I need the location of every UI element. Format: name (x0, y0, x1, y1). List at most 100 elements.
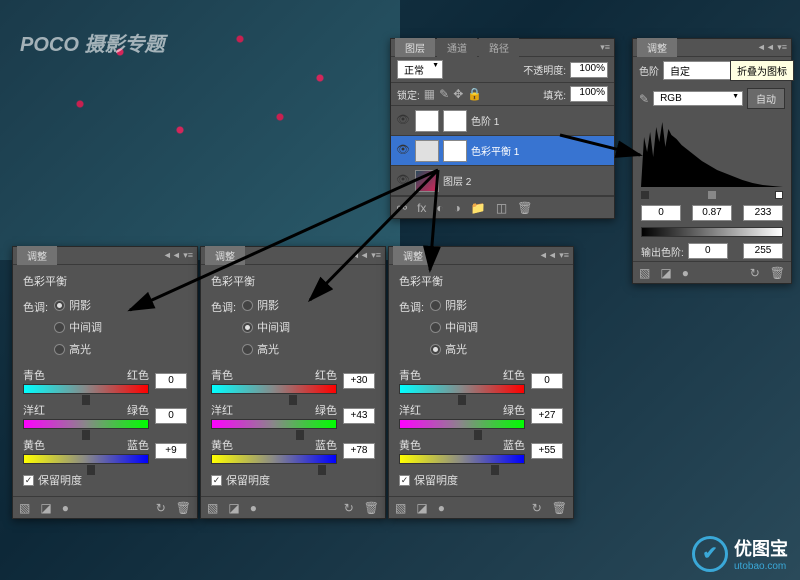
radio-shadows[interactable] (54, 300, 65, 311)
link-icon[interactable]: ⚯ (397, 201, 407, 215)
black-point-slider[interactable] (641, 191, 649, 199)
histogram[interactable] (641, 117, 783, 187)
mask-thumb[interactable] (443, 110, 467, 132)
output-black[interactable]: 0 (688, 243, 728, 259)
input-mid[interactable]: 0.87 (692, 205, 732, 221)
panel-collapse-icon[interactable]: ◄◄ ▾≡ (539, 250, 569, 261)
panel-header[interactable]: 调整 ◄◄ ▾≡ (389, 247, 573, 265)
lock-all-icon[interactable]: 🔒 (467, 87, 482, 101)
radio-midtones[interactable] (242, 322, 253, 333)
trash-icon[interactable]: 🗑 (770, 266, 785, 280)
panel-collapse-icon[interactable]: ◄◄ ▾≡ (757, 42, 787, 53)
lock-move-icon[interactable]: ✥ (453, 87, 463, 101)
panel-header[interactable]: 图层 通道 路径 ▾≡ (391, 39, 614, 57)
radio-highlights[interactable] (242, 344, 253, 355)
output-white[interactable]: 255 (743, 243, 783, 259)
eye-icon[interactable]: ● (682, 266, 689, 280)
tab-adjust[interactable]: 调整 (205, 246, 245, 265)
radio-shadows[interactable] (242, 300, 253, 311)
auto-button[interactable]: 自动 (747, 88, 785, 109)
eye-icon[interactable]: 👁 (395, 143, 411, 159)
tab-adjust[interactable]: 调整 (17, 246, 57, 265)
value-cyan-red[interactable]: +30 (343, 373, 375, 389)
histogram-icon[interactable]: ▧ (395, 501, 406, 515)
radio-midtones[interactable] (430, 322, 441, 333)
slider-magenta-green[interactable] (23, 419, 149, 429)
panel-collapse-icon[interactable]: ◄◄ ▾≡ (163, 250, 193, 261)
lock-brush-icon[interactable]: ✎ (439, 87, 449, 101)
mid-point-slider[interactable] (708, 191, 716, 199)
layer-name[interactable]: 色彩平衡 1 (471, 143, 519, 158)
eyedropper-icon[interactable]: ✎ (639, 92, 649, 106)
radio-midtones[interactable] (54, 322, 65, 333)
reset-icon[interactable]: ↻ (532, 501, 542, 515)
checkbox-preserve-lum[interactable]: ✓ (211, 475, 222, 486)
radio-shadows[interactable] (430, 300, 441, 311)
tab-paths[interactable]: 路径 (479, 38, 519, 57)
reset-icon[interactable]: ↻ (344, 501, 354, 515)
tab-adjust[interactable]: 调整 (393, 246, 433, 265)
slider-yellow-blue[interactable] (399, 454, 525, 464)
value-yellow-blue[interactable]: +55 (531, 443, 563, 459)
layers-icon[interactable]: ◪ (660, 266, 671, 280)
value-cyan-red[interactable]: 0 (155, 373, 187, 389)
eye-icon[interactable]: ● (62, 501, 69, 515)
panel-collapse-icon[interactable]: ◄◄ ▾≡ (351, 250, 381, 261)
histogram-icon[interactable]: ▧ (207, 501, 218, 515)
channel-select[interactable]: RGB (653, 91, 743, 106)
layer-name[interactable]: 图层 2 (443, 173, 471, 188)
slider-yellow-blue[interactable] (211, 454, 337, 464)
tab-adjust[interactable]: 调整 (637, 38, 677, 57)
input-black[interactable]: 0 (641, 205, 681, 221)
panel-header[interactable]: 调整 ◄◄ ▾≡ (201, 247, 385, 265)
value-cyan-red[interactable]: 0 (531, 373, 563, 389)
panel-menu-icon[interactable]: ▾≡ (600, 42, 610, 53)
tab-channels[interactable]: 通道 (437, 38, 477, 57)
checkbox-preserve-lum[interactable]: ✓ (399, 475, 410, 486)
slider-cyan-red[interactable] (399, 384, 525, 394)
histogram-icon[interactable]: ▧ (19, 501, 30, 515)
white-point-slider[interactable] (775, 191, 783, 199)
panel-header[interactable]: 调整 ◄◄ ▾≡ (13, 247, 197, 265)
eye-icon[interactable]: 👁 (395, 113, 411, 129)
trash-icon[interactable]: 🗑 (364, 501, 379, 515)
opacity-input[interactable]: 100% (570, 62, 608, 78)
value-magenta-green[interactable]: +43 (343, 408, 375, 424)
trash-icon[interactable]: 🗑 (176, 501, 191, 515)
value-magenta-green[interactable]: +27 (531, 408, 563, 424)
trash-icon[interactable]: 🗑 (552, 501, 567, 515)
slider-yellow-blue[interactable] (23, 454, 149, 464)
layer-item-color-balance[interactable]: 👁 色彩平衡 1 (391, 136, 614, 166)
layers-icon[interactable]: ◪ (40, 501, 51, 515)
slider-cyan-red[interactable] (211, 384, 337, 394)
slider-magenta-green[interactable] (399, 419, 525, 429)
reset-icon[interactable]: ↻ (156, 501, 166, 515)
eye-icon[interactable]: ● (250, 501, 257, 515)
slider-magenta-green[interactable] (211, 419, 337, 429)
slider-cyan-red[interactable] (23, 384, 149, 394)
radio-highlights[interactable] (430, 344, 441, 355)
trash-icon[interactable]: 🗑 (517, 201, 532, 215)
layer-name[interactable]: 色阶 1 (471, 113, 499, 128)
histogram-icon[interactable]: ▧ (639, 266, 650, 280)
layers-icon[interactable]: ◪ (416, 501, 427, 515)
output-gradient[interactable] (641, 227, 783, 237)
value-yellow-blue[interactable]: +78 (343, 443, 375, 459)
mask-icon[interactable]: ◐ (436, 201, 443, 215)
fill-input[interactable]: 100% (570, 86, 608, 102)
input-white[interactable]: 233 (743, 205, 783, 221)
blend-mode-select[interactable]: 正常 (397, 60, 443, 79)
reset-icon[interactable]: ↻ (750, 266, 760, 280)
tab-layers[interactable]: 图层 (395, 38, 435, 57)
lock-pixels-icon[interactable]: ▦ (424, 87, 435, 101)
radio-highlights[interactable] (54, 344, 65, 355)
new-layer-icon[interactable]: ◫ (496, 201, 507, 215)
eye-icon[interactable]: 👁 (395, 173, 411, 189)
eye-icon[interactable]: ● (438, 501, 445, 515)
adjustment-icon[interactable]: ◑ (454, 201, 461, 215)
layers-icon[interactable]: ◪ (228, 501, 239, 515)
panel-header[interactable]: 调整 ◄◄ ▾≡ (633, 39, 791, 57)
folder-icon[interactable]: 📁 (471, 201, 486, 215)
checkbox-preserve-lum[interactable]: ✓ (23, 475, 34, 486)
value-magenta-green[interactable]: 0 (155, 408, 187, 424)
